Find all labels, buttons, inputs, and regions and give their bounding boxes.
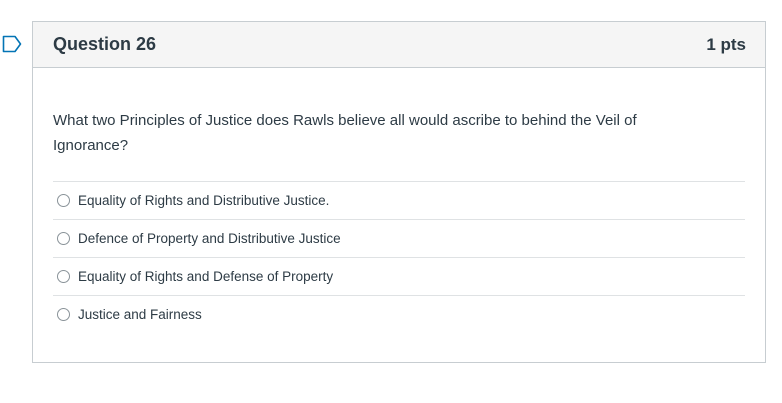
- answer-option[interactable]: Equality of Rights and Defense of Proper…: [53, 258, 745, 296]
- answer-label[interactable]: Justice and Fairness: [78, 307, 202, 322]
- answer-option[interactable]: Justice and Fairness: [53, 296, 745, 333]
- question-points: 1 pts: [706, 34, 746, 54]
- radio-unchecked-icon[interactable]: [57, 194, 70, 207]
- answer-option[interactable]: Equality of Rights and Distributive Just…: [53, 182, 745, 220]
- radio-unchecked-icon[interactable]: [57, 232, 70, 245]
- question-card: Question 26 1 pts What two Principles of…: [32, 21, 766, 363]
- answer-option[interactable]: Defence of Property and Distributive Jus…: [53, 220, 745, 258]
- flag-question-icon[interactable]: [2, 35, 22, 53]
- answer-label[interactable]: Equality of Rights and Distributive Just…: [78, 193, 329, 208]
- question-body: What two Principles of Justice does Rawl…: [33, 68, 765, 333]
- question-header: Question 26 1 pts: [33, 22, 765, 68]
- answer-list: Equality of Rights and Distributive Just…: [53, 181, 745, 333]
- question-text: What two Principles of Justice does Rawl…: [53, 112, 637, 154]
- answer-label[interactable]: Defence of Property and Distributive Jus…: [78, 231, 341, 246]
- question-title: Question 26: [53, 34, 157, 54]
- radio-unchecked-icon[interactable]: [57, 270, 70, 283]
- radio-unchecked-icon[interactable]: [57, 308, 70, 321]
- quiz-page: Question 26 1 pts What two Principles of…: [0, 0, 782, 403]
- answer-label[interactable]: Equality of Rights and Defense of Proper…: [78, 269, 333, 284]
